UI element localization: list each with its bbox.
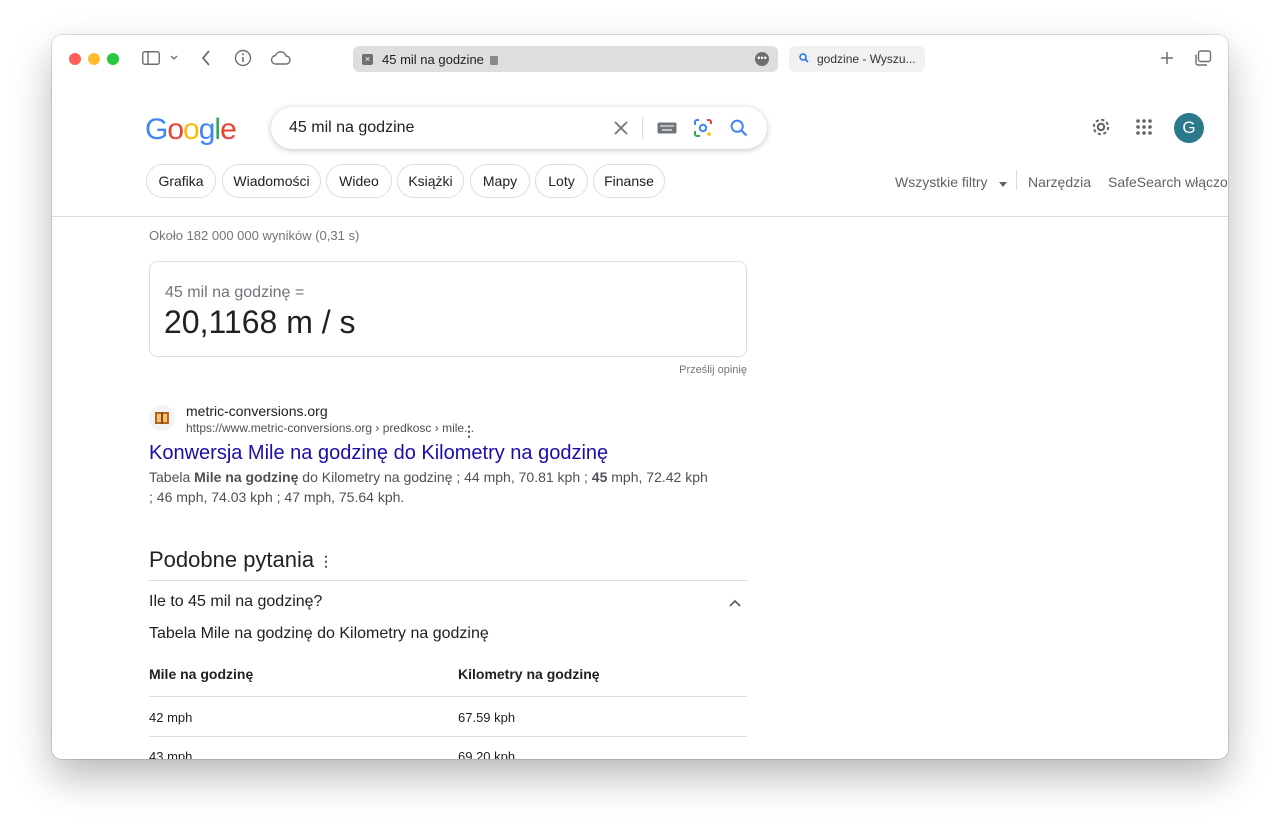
logo-letter: G bbox=[145, 113, 168, 146]
paa-question[interactable]: Ile to 45 mil na godzinę? bbox=[149, 593, 322, 611]
table-header: Kilometry na godzinę bbox=[458, 666, 600, 682]
chip-grafika[interactable]: Grafika bbox=[146, 164, 216, 198]
chip-mapy[interactable]: Mapy bbox=[470, 164, 530, 198]
all-filters-label: Wszystkie filtry bbox=[895, 174, 988, 190]
logo-letter: e bbox=[220, 113, 237, 146]
search-box[interactable]: 45 mil na godzine bbox=[271, 107, 767, 149]
chevron-up-icon[interactable] bbox=[729, 594, 741, 612]
google-header: Google 45 mil na godzine G Grafika Wiado… bbox=[52, 83, 1228, 217]
tab-overview-icon[interactable] bbox=[1192, 47, 1214, 69]
table-divider bbox=[149, 696, 747, 697]
result-more-icon[interactable]: ⋮ bbox=[462, 423, 476, 440]
table-cell: 67.59 kph bbox=[458, 710, 516, 725]
paa-more-icon[interactable]: ⋮ bbox=[319, 553, 333, 570]
more-options-icon[interactable]: ••• bbox=[755, 52, 769, 66]
table-cell: 43 mph bbox=[149, 749, 193, 759]
all-filters-dropdown[interactable]: Wszystkie filtry bbox=[895, 174, 1008, 190]
info-icon[interactable] bbox=[232, 47, 254, 69]
unit-converter-card: 45 mil na godzinę = 20,1168 m / s bbox=[149, 261, 747, 357]
divider bbox=[149, 580, 747, 581]
back-arrow-icon[interactable] bbox=[196, 47, 216, 69]
settings-gear-icon[interactable] bbox=[1089, 115, 1113, 139]
logo-letter: o bbox=[167, 113, 184, 146]
google-logo[interactable]: Google bbox=[145, 113, 237, 147]
close-window-button[interactable] bbox=[69, 53, 81, 65]
chevron-down-icon[interactable] bbox=[167, 47, 181, 69]
search-divider bbox=[642, 117, 643, 139]
table-cell: 42 mph bbox=[149, 710, 193, 725]
sidebar-icon[interactable] bbox=[140, 47, 162, 69]
minimize-window-button[interactable] bbox=[88, 53, 100, 65]
search-icon bbox=[799, 52, 809, 66]
dropdown-arrow-icon bbox=[999, 174, 1008, 190]
site-favicon-icon bbox=[149, 405, 175, 431]
table-header: Mile na godzinę bbox=[149, 666, 254, 682]
result-url[interactable]: https://www.metric-conversions.org › pre… bbox=[186, 421, 474, 435]
logo-letter: g bbox=[198, 113, 216, 146]
search-icon[interactable] bbox=[727, 116, 751, 140]
feedback-link[interactable]: Prześlij opinię bbox=[679, 364, 747, 376]
result-stats: Około 182 000 000 wyników (0,31 s) bbox=[149, 228, 360, 243]
chip-ksiazki[interactable]: Książki bbox=[397, 164, 464, 198]
google-lens-icon[interactable] bbox=[691, 116, 715, 140]
chip-finanse[interactable]: Finanse bbox=[593, 164, 665, 198]
lock-icon bbox=[489, 55, 498, 65]
chip-wiadomosci[interactable]: Wiadomości bbox=[222, 164, 321, 198]
new-tab-plus-icon[interactable] bbox=[1156, 47, 1178, 69]
browser-window: × 45 mil na godzine ••• godzine - Wyszu.… bbox=[52, 35, 1228, 759]
logo-letter: o bbox=[183, 113, 200, 146]
tab-title: 45 mil na godzine bbox=[382, 51, 484, 67]
zoom-window-button[interactable] bbox=[107, 53, 119, 65]
apps-grid-icon[interactable] bbox=[1132, 115, 1156, 139]
people-also-ask-heading: Podobne pytania bbox=[149, 547, 315, 572]
table-cell: 69.20 kph bbox=[458, 749, 516, 759]
tab-active[interactable]: × 45 mil na godzine ••• bbox=[353, 46, 778, 72]
paa-answer-title: Tabela Mile na godzinę do Kilometry na g… bbox=[149, 625, 489, 642]
result-site-name[interactable]: metric-conversions.org bbox=[186, 403, 328, 419]
converter-label: 45 mil na godzinę = bbox=[165, 284, 305, 301]
converter-value: 20,1168 m / s bbox=[164, 304, 356, 340]
clear-icon[interactable] bbox=[609, 116, 633, 140]
safesearch-link[interactable]: SafeSearch włączony bbox=[1108, 174, 1228, 190]
chip-wideo[interactable]: Wideo bbox=[326, 164, 392, 198]
tools-divider bbox=[1016, 170, 1017, 190]
browser-toolbar: × 45 mil na godzine ••• godzine - Wyszu.… bbox=[52, 35, 1228, 83]
icloud-icon[interactable] bbox=[268, 47, 292, 69]
tab-title: godzine - Wyszu... bbox=[817, 52, 916, 66]
tab-favicon-icon: × bbox=[362, 53, 373, 65]
chip-loty[interactable]: Loty bbox=[535, 164, 588, 198]
tab-inactive[interactable]: godzine - Wyszu... bbox=[789, 46, 925, 72]
tools-link[interactable]: Narzędzia bbox=[1028, 174, 1091, 190]
result-title-link[interactable]: Konwersja Mile na godzinę do Kilometry n… bbox=[149, 442, 608, 465]
account-avatar[interactable]: G bbox=[1174, 113, 1204, 143]
search-input[interactable]: 45 mil na godzine bbox=[289, 119, 414, 137]
result-snippet: Tabela Mile na godzinę do Kilometry na g… bbox=[149, 469, 708, 505]
table-divider bbox=[149, 736, 747, 737]
keyboard-icon[interactable] bbox=[655, 116, 679, 140]
